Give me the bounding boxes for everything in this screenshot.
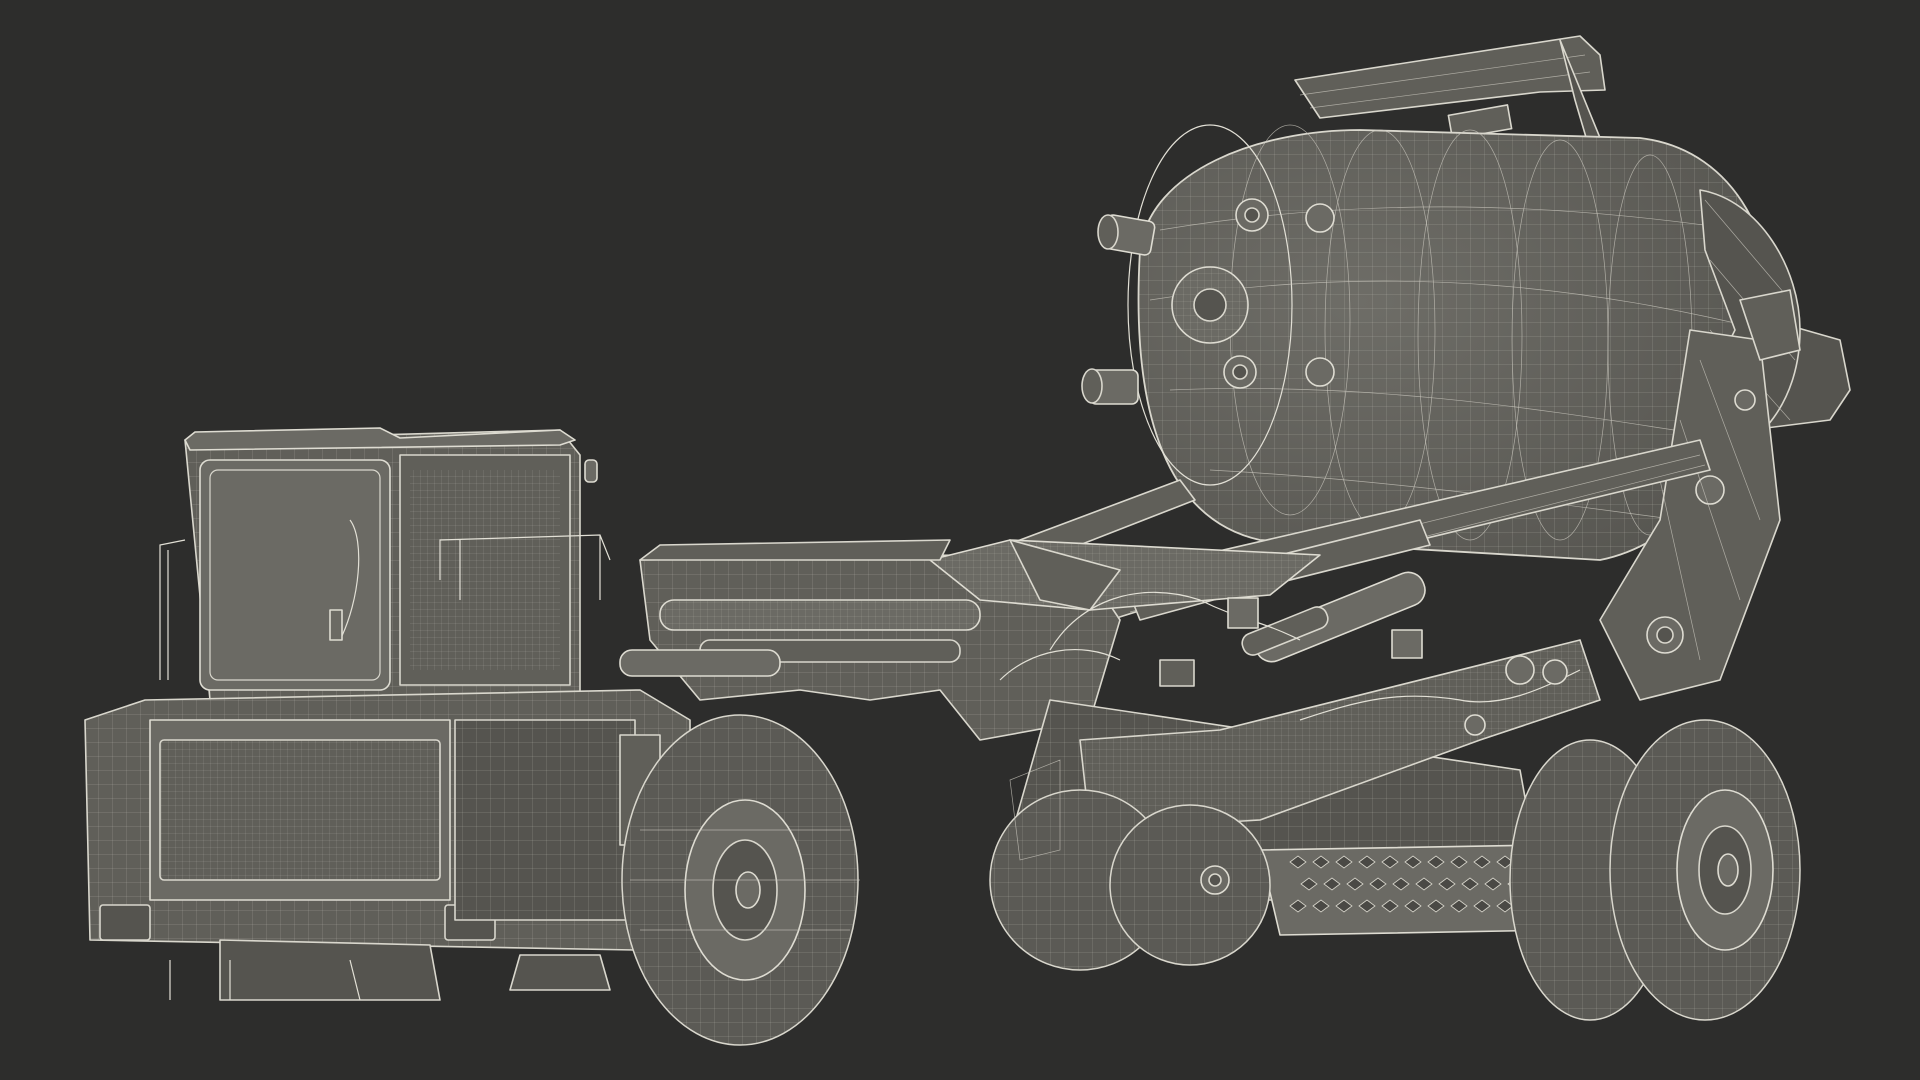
cab xyxy=(159,427,611,701)
rear-body xyxy=(84,689,691,1001)
render-viewport xyxy=(0,0,1920,1080)
rear-wheel-assembly xyxy=(1509,719,1801,1021)
front-wheel xyxy=(621,714,860,1046)
mixer-truck-model xyxy=(84,35,1851,1046)
